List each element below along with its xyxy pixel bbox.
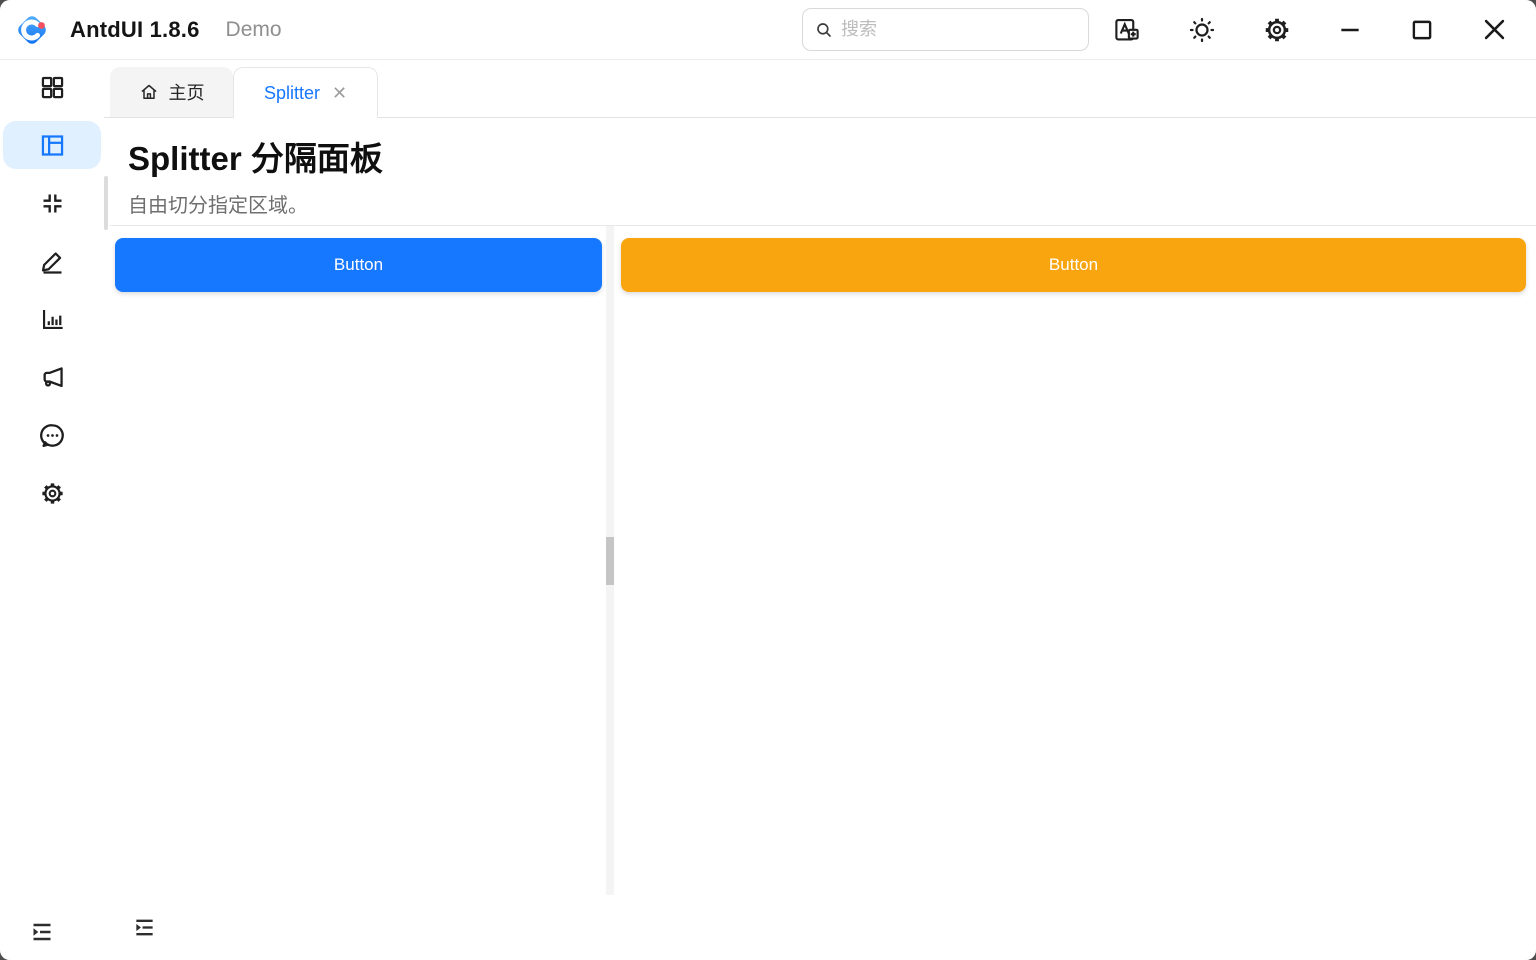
page-subtitle: 自由切分指定区域。	[128, 189, 1536, 218]
tab-strip: 主页 Splitter ✕	[104, 60, 1536, 118]
tab-home-label: 主页	[169, 79, 205, 105]
close-icon	[1481, 16, 1508, 43]
gear-icon	[1265, 18, 1288, 41]
splitter-pane-left: Button	[110, 226, 606, 895]
splitter-panel: Button Button	[110, 225, 1536, 895]
layout-icon	[42, 136, 61, 154]
close-button[interactable]	[1458, 0, 1530, 60]
search-input[interactable]	[841, 19, 1076, 40]
maximize-icon	[1409, 17, 1435, 43]
menu-unfold-icon	[133, 916, 156, 939]
sidebar-scrollbar[interactable]	[104, 176, 108, 230]
minimize-button[interactable]	[1314, 0, 1386, 60]
minimize-icon	[1337, 17, 1363, 43]
shrink-icon	[43, 194, 61, 212]
tab-home[interactable]: 主页	[110, 67, 233, 117]
splitter-divider[interactable]	[606, 226, 614, 895]
settings-button[interactable]	[1239, 0, 1314, 60]
sidebar-item-settings[interactable]	[3, 469, 101, 517]
demo-button-primary[interactable]: Button	[115, 238, 602, 292]
sun-icon	[1191, 19, 1213, 41]
sidebar-item-layout[interactable]	[3, 121, 101, 169]
sidebar	[0, 60, 104, 960]
titlebar: AntdUI 1.8.6 Demo	[0, 0, 1536, 60]
sidebar-item-shrink[interactable]	[3, 179, 101, 227]
tab-close-icon[interactable]: ✕	[332, 84, 347, 102]
app-subtitle: Demo	[226, 18, 282, 42]
sidebar-item-chart[interactable]	[3, 295, 101, 343]
translate-button[interactable]	[1089, 0, 1164, 60]
bar-chart-icon	[44, 309, 63, 327]
splitter-drag-handle[interactable]	[606, 537, 614, 585]
sidebar-item-edit[interactable]	[3, 237, 101, 285]
translate-icon	[1116, 20, 1137, 39]
grid-icon	[42, 77, 61, 96]
home-icon	[141, 86, 155, 99]
tab-splitter[interactable]: Splitter ✕	[233, 67, 378, 118]
menu-unfold-icon	[30, 920, 54, 944]
app-title: AntdUI 1.8.6	[70, 17, 200, 43]
content-area: 主页 Splitter ✕ Splitter 分隔面板 自由切分指定区域。 Bu…	[104, 60, 1536, 960]
app-logo-icon	[14, 12, 50, 48]
app-window: AntdUI 1.8.6 Demo	[0, 0, 1536, 960]
splitter-pane-right: Button	[614, 226, 1536, 895]
sidebar-item-announcement[interactable]	[3, 353, 101, 401]
page-header: Splitter 分隔面板 自由切分指定区域。	[104, 118, 1536, 225]
demo-button-warning[interactable]: Button	[621, 238, 1526, 292]
search-box[interactable]	[802, 8, 1089, 51]
sidebar-item-message[interactable]	[3, 411, 101, 459]
page-title: Splitter 分隔面板	[128, 132, 1536, 180]
search-icon	[815, 21, 833, 39]
tab-splitter-label: Splitter	[264, 83, 320, 104]
maximize-button[interactable]	[1386, 0, 1458, 60]
sidebar-collapse-button[interactable]	[25, 915, 59, 949]
megaphone-icon	[44, 368, 61, 386]
message-icon	[41, 425, 63, 446]
bottom-bar	[104, 895, 1536, 960]
sidebar-item-overview[interactable]	[3, 63, 101, 111]
gear-icon	[42, 483, 62, 503]
edit-pencil-icon	[43, 253, 61, 272]
expand-menu-button[interactable]	[127, 911, 161, 945]
theme-light-button[interactable]	[1164, 0, 1239, 60]
